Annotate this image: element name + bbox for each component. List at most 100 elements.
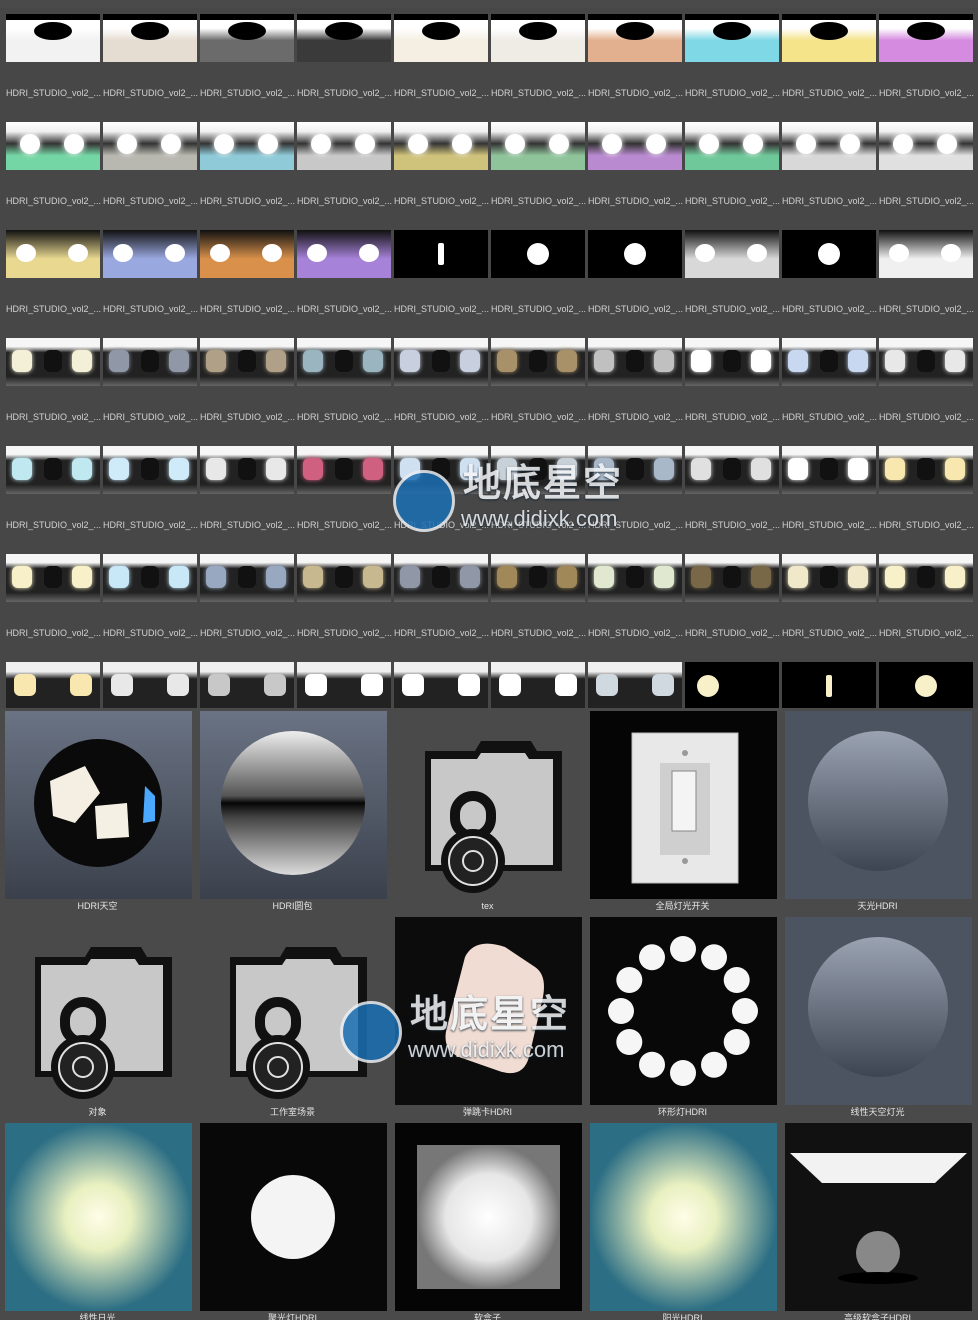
preset-thumbnail[interactable] — [395, 1123, 582, 1311]
hdri-item[interactable]: HDRI_STUDIO_vol2_... — [782, 332, 877, 440]
hdri-thumbnail[interactable] — [6, 554, 100, 602]
hdri-item[interactable]: HDRI_STUDIO_vol2_... — [879, 332, 974, 440]
preset-thumbnail[interactable] — [785, 1123, 972, 1311]
hdri-item[interactable]: HDRI_STUDIO_vol2_... — [103, 332, 198, 440]
hdri-thumbnail[interactable] — [879, 122, 973, 170]
hdri-thumbnail[interactable] — [588, 122, 682, 170]
hdri-thumbnail[interactable] — [103, 338, 197, 386]
hdri-thumbnail[interactable] — [103, 14, 197, 62]
hdri-thumbnail[interactable] — [394, 662, 488, 710]
hdri-thumbnail[interactable] — [782, 230, 876, 278]
preset-item[interactable]: 天光HDRI — [780, 708, 975, 914]
hdri-thumbnail[interactable] — [6, 230, 100, 278]
preset-item[interactable]: tex — [390, 708, 585, 914]
hdri-item[interactable]: HDRI_STUDIO_vol2_... — [685, 224, 780, 332]
hdri-thumbnail[interactable] — [879, 662, 973, 710]
hdri-thumbnail[interactable] — [588, 662, 682, 710]
hdri-item[interactable]: HDRI_STUDIO_vol2_... — [685, 332, 780, 440]
hdri-item[interactable]: HDRI_STUDIO_vol2_... — [491, 332, 586, 440]
hdri-thumbnail[interactable] — [491, 338, 585, 386]
hdri-item[interactable]: HDRI_STUDIO_vol2_... — [588, 8, 683, 116]
hdri-item[interactable]: HDRI_STUDIO_vol2_... — [394, 332, 489, 440]
preset-item[interactable]: 线性日光 — [0, 1120, 195, 1320]
preset-item[interactable]: 环形灯HDRI — [585, 914, 780, 1120]
hdri-item[interactable]: HDRI_STUDIO_vol2_... — [782, 116, 877, 224]
hdri-thumbnail[interactable] — [588, 14, 682, 62]
hdri-thumbnail[interactable] — [491, 14, 585, 62]
preset-thumbnail[interactable] — [200, 711, 387, 899]
hdri-item[interactable]: HDRI_STUDIO_vol2_... — [588, 224, 683, 332]
hdri-item[interactable]: HDRI_STUDIO_vol2_... — [394, 8, 489, 116]
hdri-thumbnail[interactable] — [588, 230, 682, 278]
hdri-thumbnail[interactable] — [200, 14, 294, 62]
hdri-thumbnail[interactable] — [297, 446, 391, 494]
preset-item[interactable]: 聚光灯HDRI — [195, 1120, 390, 1320]
hdri-thumbnail[interactable] — [200, 122, 294, 170]
preset-item[interactable]: 对象 — [0, 914, 195, 1120]
hdri-thumbnail[interactable] — [394, 14, 488, 62]
hdri-item[interactable]: HDRI_STUDIO_vol2_... — [491, 116, 586, 224]
hdri-thumbnail[interactable] — [685, 14, 779, 62]
hdri-thumbnail[interactable] — [103, 554, 197, 602]
preset-thumbnail[interactable] — [785, 711, 972, 899]
hdri-item[interactable]: HDRI_STUDIO_vol2_... — [297, 8, 392, 116]
hdri-thumbnail[interactable] — [394, 230, 488, 278]
hdri-item[interactable]: HDRI_STUDIO_vol2_... — [103, 224, 198, 332]
hdri-item[interactable]: HDRI_STUDIO_vol2_... — [200, 440, 295, 548]
hdri-thumbnail[interactable] — [782, 446, 876, 494]
hdri-item[interactable]: HDRI_STUDIO_vol2_... — [685, 440, 780, 548]
hdri-thumbnail[interactable] — [200, 554, 294, 602]
hdri-item[interactable]: HDRI_STUDIO_vol2_... — [6, 548, 101, 656]
hdri-item[interactable]: HDRI_STUDIO_vol2_... — [879, 8, 974, 116]
hdri-item[interactable]: HDRI_STUDIO_vol2_... — [103, 440, 198, 548]
hdri-item[interactable]: HDRI_STUDIO_vol2_... — [297, 332, 392, 440]
hdri-item[interactable]: HDRI_STUDIO_vol2_... — [782, 548, 877, 656]
hdri-thumbnail[interactable] — [200, 230, 294, 278]
hdri-item[interactable]: HDRI_STUDIO_vol2_... — [782, 224, 877, 332]
hdri-item[interactable]: HDRI_STUDIO_vol2_... — [103, 548, 198, 656]
hdri-item[interactable]: HDRI_STUDIO_vol2_... — [6, 8, 101, 116]
hdri-thumbnail[interactable] — [297, 230, 391, 278]
hdri-item[interactable]: HDRI_STUDIO_vol2_... — [588, 332, 683, 440]
hdri-thumbnail[interactable] — [297, 554, 391, 602]
hdri-thumbnail[interactable] — [491, 230, 585, 278]
hdri-thumbnail[interactable] — [685, 446, 779, 494]
hdri-thumbnail[interactable] — [6, 122, 100, 170]
preset-item[interactable]: 阳光HDRI — [585, 1120, 780, 1320]
hdri-thumbnail[interactable] — [6, 446, 100, 494]
hdri-thumbnail[interactable] — [879, 338, 973, 386]
hdri-thumbnail[interactable] — [879, 554, 973, 602]
hdri-item[interactable]: HDRI_STUDIO_vol2_... — [6, 440, 101, 548]
hdri-item[interactable]: HDRI_STUDIO_vol2_... — [588, 116, 683, 224]
hdri-item[interactable]: HDRI_STUDIO_vol2_... — [685, 8, 780, 116]
hdri-thumbnail[interactable] — [200, 662, 294, 710]
hdri-item[interactable]: HDRI_STUDIO_vol2_... — [6, 332, 101, 440]
hdri-thumbnail[interactable] — [491, 122, 585, 170]
hdri-item[interactable]: HDRI_STUDIO_vol2_... — [200, 8, 295, 116]
hdri-thumbnail[interactable] — [297, 122, 391, 170]
hdri-item[interactable]: HDRI_STUDIO_vol2_... — [394, 224, 489, 332]
preset-thumbnail[interactable] — [5, 1123, 192, 1311]
preset-item[interactable]: 高级软盒子HDRI — [780, 1120, 975, 1320]
hdri-item[interactable]: HDRI_STUDIO_vol2_... — [879, 548, 974, 656]
hdri-thumbnail[interactable] — [782, 338, 876, 386]
hdri-thumbnail[interactable] — [879, 230, 973, 278]
hdri-thumbnail[interactable] — [103, 662, 197, 710]
hdri-item[interactable]: HDRI_STUDIO_vol2_... — [685, 116, 780, 224]
hdri-item[interactable]: HDRI_STUDIO_vol2_... — [588, 548, 683, 656]
preset-thumbnail[interactable] — [590, 917, 777, 1105]
hdri-thumbnail[interactable] — [588, 554, 682, 602]
hdri-thumbnail[interactable] — [394, 554, 488, 602]
hdri-thumbnail[interactable] — [879, 446, 973, 494]
hdri-item[interactable]: HDRI_STUDIO_vol2_... — [200, 224, 295, 332]
hdri-thumbnail[interactable] — [200, 446, 294, 494]
hdri-thumbnail[interactable] — [685, 338, 779, 386]
hdri-thumbnail[interactable] — [6, 662, 100, 710]
hdri-item[interactable]: HDRI_STUDIO_vol2_... — [879, 440, 974, 548]
hdri-thumbnail[interactable] — [685, 662, 779, 710]
preset-thumbnail[interactable] — [590, 711, 777, 899]
hdri-item[interactable]: HDRI_STUDIO_vol2_... — [879, 224, 974, 332]
hdri-thumbnail[interactable] — [103, 122, 197, 170]
hdri-item[interactable]: HDRI_STUDIO_vol2_... — [394, 548, 489, 656]
preset-item[interactable]: 软盒子 — [390, 1120, 585, 1320]
